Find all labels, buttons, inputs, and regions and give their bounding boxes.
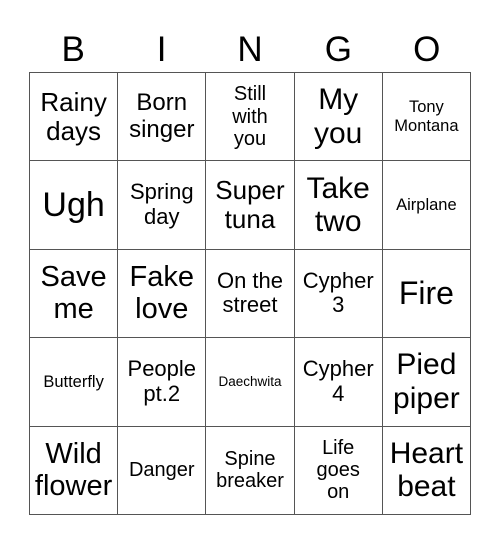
bingo-cell[interactable]: Ugh	[30, 161, 119, 250]
bingo-cell[interactable]: Butterfly	[30, 338, 119, 427]
bingo-cell[interactable]: Danger	[118, 426, 207, 515]
header-letter-b: B	[61, 30, 85, 69]
bingo-cell[interactable]: Pied piper	[382, 338, 471, 427]
bingo-cell[interactable]: Fake love	[118, 249, 207, 339]
bingo-cell[interactable]: Cypher 4	[294, 338, 383, 427]
bingo-cell[interactable]: My you	[294, 73, 383, 162]
bingo-cell[interactable]: Cypher 3	[294, 249, 383, 339]
bingo-grid: Rainy days Born singer Still with you My…	[29, 72, 471, 515]
bingo-cell[interactable]: Save me	[30, 249, 119, 339]
header-letter-i: I	[156, 30, 167, 69]
header-letter-n: N	[237, 30, 263, 69]
bingo-cell[interactable]: Airplane	[382, 161, 471, 250]
bingo-cell[interactable]: Fire	[382, 249, 471, 339]
bingo-cell[interactable]: Tony Montana	[382, 73, 471, 162]
header-letter-g: G	[324, 30, 352, 69]
bingo-header: B I N G O	[29, 28, 471, 72]
bingo-cell[interactable]: Born singer	[118, 73, 207, 162]
bingo-cell[interactable]: Wild flower	[30, 426, 119, 515]
bingo-cell[interactable]: Spring day	[118, 161, 207, 250]
bingo-cell[interactable]: Take two	[294, 161, 383, 250]
bingo-cell[interactable]: Heart beat	[382, 426, 471, 515]
bingo-cell[interactable]: Life goes on	[294, 426, 383, 515]
header-letter-o: O	[413, 30, 441, 69]
bingo-cell[interactable]: People pt.2	[118, 338, 207, 427]
bingo-cell[interactable]: Super tuna	[206, 161, 295, 250]
bingo-cell[interactable]: Daechwita	[206, 338, 295, 427]
bingo-cell[interactable]: On the street	[206, 249, 295, 339]
bingo-cell[interactable]: Rainy days	[30, 73, 119, 162]
bingo-cell[interactable]: Still with you	[206, 73, 295, 162]
bingo-cell[interactable]: Spine breaker	[206, 426, 295, 515]
